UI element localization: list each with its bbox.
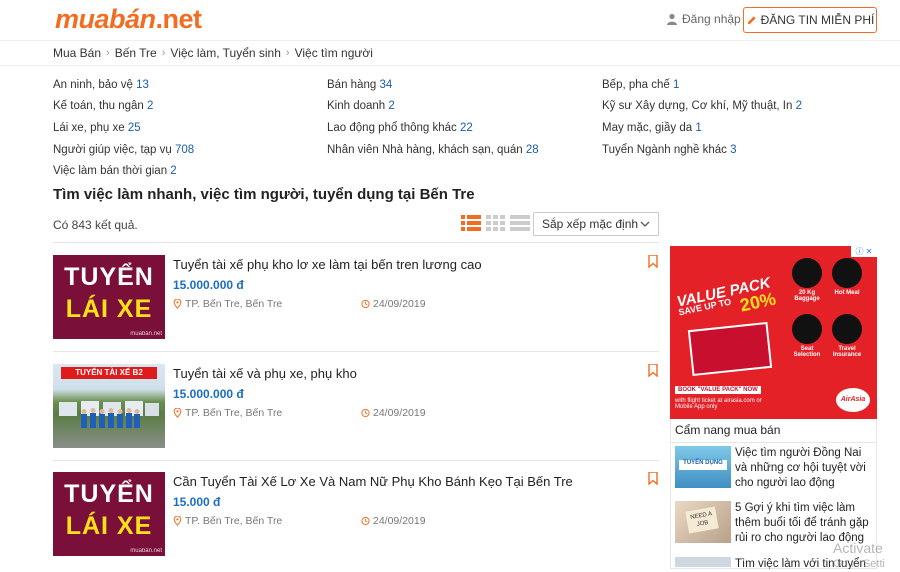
gift-box-icon xyxy=(687,321,773,377)
people-image xyxy=(81,408,140,428)
ad-close-icon[interactable]: ⓘ ✕ xyxy=(851,246,877,257)
guide-item-title[interactable]: Việc tìm người Đồng Nai và những cơ hội … xyxy=(735,446,875,491)
category-link[interactable]: May mặc, giầy da 1 xyxy=(602,122,702,134)
bookmark-icon[interactable] xyxy=(648,364,658,377)
meal-icon xyxy=(832,258,862,288)
clock-icon xyxy=(361,516,370,526)
divider xyxy=(671,442,876,443)
category-link[interactable]: Kỹ sư Xây dựng, Cơ khí, Mỹ thuật, In 2 xyxy=(602,100,802,112)
listing-thumbnail[interactable]: TUYỂN LÁI XE muabán.net xyxy=(53,255,165,339)
chevron-right-icon: › xyxy=(285,47,290,59)
breadcrumb-item[interactable]: Việc làm, Tuyển sinh xyxy=(170,46,281,60)
breadcrumb-item[interactable]: Bến Tre xyxy=(115,46,157,60)
listing-thumbnail[interactable]: TUYỂN TÀI XẾ B2 xyxy=(53,364,165,448)
divider xyxy=(53,242,659,243)
listing-thumbnail[interactable]: TUYỂN LÁI XE muabán.net xyxy=(53,472,165,556)
listing-location: TP. Bến Tre, Bến Tre xyxy=(173,407,282,419)
guide-thumbnail[interactable]: TUYỂN DỤNG xyxy=(675,446,731,488)
sort-select[interactable]: Sắp xếp mặc định xyxy=(533,212,659,236)
map-pin-icon xyxy=(173,516,182,526)
login-label: Đăng nhập xyxy=(682,12,741,26)
breadcrumb-item[interactable]: Việc tìm người xyxy=(295,46,373,60)
listing-date: 24/09/2019 xyxy=(361,515,426,527)
clock-icon xyxy=(361,299,370,309)
result-count: Có 843 kết quả. xyxy=(53,218,138,232)
bookmark-icon[interactable] xyxy=(648,472,658,485)
listing-item[interactable]: TUYỂN LÁI XE muabán.net Cần Tuyển Tài Xế… xyxy=(53,472,659,572)
listing-location: TP. Bến Tre, Bến Tre xyxy=(173,515,282,527)
ad-feature: Hot Meal xyxy=(828,258,866,296)
user-icon xyxy=(667,13,677,25)
breadcrumb-item[interactable]: Mua Bán xyxy=(53,46,101,60)
listing-location: TP. Bến Tre, Bến Tre xyxy=(173,298,282,310)
listing-title[interactable]: Tuyển tài xế phụ kho lơ xe làm tại bến t… xyxy=(173,257,482,272)
compact-view-icon[interactable] xyxy=(510,214,530,232)
sort-selected: Sắp xếp mặc định xyxy=(542,217,639,231)
listing-price: 15.000.000 đ xyxy=(173,278,244,292)
category-link[interactable]: Nhân viên Nhà hàng, khách sạn, quán 28 xyxy=(327,144,539,156)
airasia-ad-banner[interactable]: VALUE PACK SAVE UP TO 20% BOOK "VALUE PA… xyxy=(670,246,877,419)
header: muabán.net Đăng nhập ĐĂNG TIN MIỄN PHÍ xyxy=(0,0,900,40)
listing-price: 15.000.000 đ xyxy=(173,387,244,401)
category-link[interactable]: Việc làm bán thời gian 2 xyxy=(53,165,177,177)
site-logo[interactable]: muabán.net xyxy=(55,4,202,35)
listing-title[interactable]: Tuyển tài xế và phụ xe, phụ kho xyxy=(173,366,357,381)
insurance-icon xyxy=(832,314,862,344)
chevron-right-icon: › xyxy=(161,47,166,59)
activate-watermark-sub: Go to Setti xyxy=(833,558,885,570)
category-link[interactable]: Kinh doanh 2 xyxy=(327,100,395,112)
category-link[interactable]: Người giúp việc, tạp vụ 708 xyxy=(53,144,194,156)
logo-main: muabán xyxy=(55,4,156,34)
listing-date: 24/09/2019 xyxy=(361,298,426,310)
guide-title: Cẩm nang mua bán xyxy=(675,423,781,437)
clock-icon xyxy=(361,408,370,418)
map-pin-icon xyxy=(173,299,182,309)
breadcrumb: Mua Bán › Bến Tre › Việc làm, Tuyển sinh… xyxy=(0,40,900,66)
ad-book-now: BOOK "VALUE PACK" NOW xyxy=(675,386,761,394)
grid-view-icon[interactable] xyxy=(486,214,506,232)
category-link[interactable]: Bếp, pha chế 1 xyxy=(602,79,679,91)
listing-item[interactable]: TUYỂN LÁI XE muabán.net Tuyển tài xế phụ… xyxy=(53,255,659,355)
guide-item[interactable]: TUYỂN DỤNG Việc tìm người Đồng Nai và nh… xyxy=(675,446,875,498)
ad-feature: Travel Insurance xyxy=(828,314,866,358)
listing-date: 24/09/2019 xyxy=(361,407,426,419)
logo-suffix: .net xyxy=(155,4,203,34)
ad-site-text: with flight ticket at airasia.com or Mob… xyxy=(675,398,762,410)
map-pin-icon xyxy=(173,408,182,418)
divider xyxy=(53,460,659,461)
chevron-right-icon: › xyxy=(106,47,110,59)
list-view-icon[interactable] xyxy=(461,214,481,232)
category-link[interactable]: Lao động phổ thông khác 22 xyxy=(327,122,473,134)
pencil-icon xyxy=(747,15,756,24)
listing-title[interactable]: Cần Tuyển Tài Xế Lơ Xe Và Nam Nữ Phụ Kho… xyxy=(173,474,573,489)
category-link[interactable]: An ninh, bảo vệ 13 xyxy=(53,79,149,91)
ad-feature: 20 Kg Baggage xyxy=(788,258,826,302)
activate-watermark: Activate xyxy=(833,540,883,556)
guide-thumbnail[interactable]: NEED A JOB xyxy=(675,501,731,543)
category-link[interactable]: Kế toán, thu ngân 2 xyxy=(53,100,153,112)
airasia-logo: AirAsia xyxy=(836,388,870,412)
page-title: Tìm việc làm nhanh, việc tìm người, tuyể… xyxy=(53,186,475,203)
chevron-down-icon xyxy=(640,221,650,227)
category-link[interactable]: Bán hàng 34 xyxy=(327,79,392,91)
post-button-label: ĐĂNG TIN MIỄN PHÍ xyxy=(760,13,875,27)
bookmark-icon[interactable] xyxy=(648,255,658,268)
guide-thumbnail[interactable] xyxy=(675,557,731,567)
category-link[interactable]: Lái xe, phụ xe 25 xyxy=(53,122,141,134)
divider xyxy=(53,351,659,352)
listing-item[interactable]: TUYỂN TÀI XẾ B2 Tuyển tài xế và phụ xe, … xyxy=(53,364,659,464)
listing-price: 15.000 đ xyxy=(173,495,221,509)
baggage-icon xyxy=(792,258,822,288)
seat-icon xyxy=(792,314,822,344)
login-link[interactable]: Đăng nhập xyxy=(666,12,741,26)
post-free-button[interactable]: ĐĂNG TIN MIỄN PHÍ xyxy=(743,7,877,33)
category-link[interactable]: Tuyển Ngành nghề khác 3 xyxy=(602,144,737,156)
ad-feature: Seat Selection xyxy=(788,314,826,358)
